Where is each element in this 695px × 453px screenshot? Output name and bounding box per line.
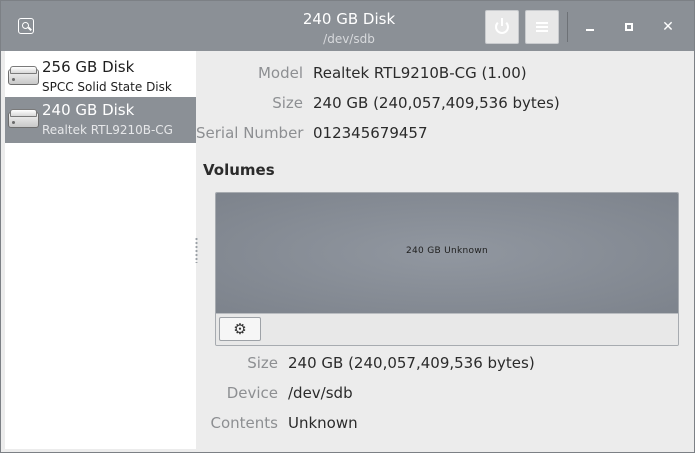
disk-name: 256 GB Disk (42, 58, 135, 76)
disk-name: 240 GB Disk (42, 101, 135, 119)
hard-disk-icon (8, 66, 39, 85)
contents-value: Unknown (288, 414, 358, 432)
volume-partition-block[interactable]: 240 GB Unknown (216, 193, 678, 313)
minimize-button[interactable] (581, 18, 599, 36)
size-label: Size (272, 94, 303, 112)
sidebar-item-240gb-disk[interactable]: 240 GB Disk Realtek RTL9210B-CG (5, 97, 196, 143)
window-title: 240 GB Disk (302, 10, 396, 28)
minimize-icon (586, 29, 594, 31)
close-button[interactable]: ✕ (659, 18, 677, 36)
titlebar-separator (567, 12, 568, 42)
drive-menu-button[interactable] (525, 10, 559, 44)
serial-number-value: 012345679457 (313, 124, 428, 142)
volume-size-value: 240 GB (240,057,409,536 bytes) (288, 354, 535, 372)
window-subtitle: /dev/sdb (323, 32, 375, 46)
disk-model: Realtek RTL9210B-CG (42, 123, 173, 137)
maximize-icon (625, 23, 633, 31)
power-icon (495, 18, 509, 34)
size-value: 240 GB (240,057,409,536 bytes) (313, 94, 560, 112)
device-value: /dev/sdb (288, 384, 353, 402)
model-label: Model (257, 64, 303, 82)
model-value: Realtek RTL9210B-CG (1.00) (313, 64, 527, 82)
disk-list-sidebar: 256 GB Disk SPCC Solid State Disk 240 GB… (5, 51, 196, 449)
volume-size-label: Size (247, 354, 278, 372)
device-label: Device (226, 384, 278, 402)
contents-label: Contents (210, 414, 278, 432)
power-off-button[interactable] (485, 10, 519, 44)
title-bar[interactable]: 240 GB Disk /dev/sdb ✕ (1, 1, 694, 51)
serial-number-label: Serial Number (196, 124, 304, 142)
disk-model: SPCC Solid State Disk (42, 80, 172, 94)
disk-search-icon[interactable] (18, 18, 34, 34)
close-icon: ✕ (662, 19, 674, 35)
disks-window: 240 GB Disk /dev/sdb ✕ 256 GB Disk SPCC … (0, 0, 695, 453)
hard-disk-icon (8, 109, 39, 128)
volume-partition-label: 240 GB Unknown (405, 246, 489, 256)
disk-details-panel: Model Realtek RTL9210B-CG (1.00) Size 24… (196, 51, 694, 449)
partition-options-button[interactable]: ⚙ (219, 317, 261, 341)
volume-toolbar: ⚙ (216, 313, 678, 345)
volumes-heading: Volumes (203, 161, 275, 179)
volumes-graph: 240 GB Unknown ⚙ (215, 192, 679, 346)
maximize-button[interactable] (620, 18, 638, 36)
sidebar-item-256gb-disk[interactable]: 256 GB Disk SPCC Solid State Disk (5, 54, 196, 100)
gear-icon: ⚙ (233, 319, 247, 338)
hamburger-menu-icon (536, 22, 548, 32)
